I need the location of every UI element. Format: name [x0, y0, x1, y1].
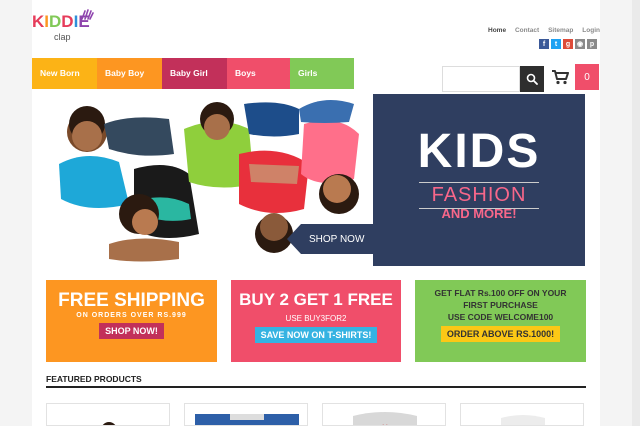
logo-letter: D — [61, 12, 74, 31]
hero-tagline: AND MORE! — [441, 206, 517, 221]
hero-title: KIDS — [417, 125, 541, 178]
hero-divider-top — [419, 182, 539, 183]
promo-title: FREE SHIPPING — [58, 290, 205, 311]
buy2get1-promo[interactable]: BUY 2 GET 1 FREE USE BUY3FOR2 SAVE NOW O… — [231, 280, 401, 362]
product-card[interactable] — [184, 403, 308, 426]
google-plus-icon[interactable]: g — [563, 39, 573, 49]
promo-code: USE BUY3FOR2 — [285, 314, 347, 323]
top-links: Home Contact Sitemap Login — [488, 27, 600, 34]
hero-banner[interactable]: KIDS FASHION AND MORE! SHOP NOW — [49, 94, 585, 266]
order-above-button[interactable]: ORDER ABOVE RS.1000! — [440, 326, 561, 342]
cart-count-badge[interactable]: 0 — [575, 64, 599, 90]
nav-item-girls[interactable]: Girls — [290, 58, 354, 89]
product-image — [102, 422, 116, 425]
category-nav: New Born Baby Boy Baby Girl Boys Girls — [32, 58, 354, 89]
contact-link[interactable]: Contact — [515, 27, 539, 34]
product-card[interactable] — [460, 403, 584, 426]
product-card[interactable] — [46, 403, 170, 426]
promo-subtitle: ON ORDERS OVER RS.999 — [76, 312, 187, 319]
promo-line: GET FLAT Rs.100 OFF ON YOUR — [434, 288, 567, 298]
social-links: f t g ◉ p — [539, 39, 597, 49]
nav-item-boys[interactable]: Boys — [227, 58, 290, 89]
hand-icon — [81, 9, 94, 20]
shop-now-button[interactable]: SHOP NOW — [287, 224, 387, 254]
nav-item-baby-boy[interactable]: Baby Boy — [97, 58, 162, 89]
twitter-icon[interactable]: t — [551, 39, 561, 49]
promo-code: USE CODE WELCOME100 — [447, 312, 554, 322]
cart-icon[interactable] — [551, 69, 569, 85]
login-link[interactable]: Login — [582, 27, 600, 34]
product-image — [501, 415, 545, 425]
hero-promo-panel: KIDS FASHION AND MORE! — [373, 94, 585, 266]
facebook-icon[interactable]: f — [539, 39, 549, 49]
hero-subtitle: FASHION — [431, 184, 527, 206]
pinterest-icon[interactable]: p — [587, 39, 597, 49]
logo-letter: K — [32, 12, 45, 31]
product-card[interactable]: · · — [322, 403, 446, 426]
search-input[interactable] — [442, 66, 520, 92]
nav-item-new-born[interactable]: New Born — [32, 58, 97, 89]
promo-line: FIRST PURCHASE — [463, 300, 538, 310]
featured-products-heading: FEATURED PRODUCTS — [46, 374, 142, 384]
shop-now-promo-button[interactable]: SHOP NOW! — [99, 323, 164, 339]
instagram-icon[interactable]: ◉ — [575, 39, 585, 49]
search-icon — [526, 73, 538, 85]
sitemap-link[interactable]: Sitemap — [548, 27, 573, 34]
search-button[interactable] — [520, 66, 544, 92]
logo-letter: D — [49, 12, 62, 31]
home-link[interactable]: Home — [488, 27, 506, 34]
logo-subtitle: clap — [54, 32, 71, 42]
featured-divider — [46, 386, 586, 388]
site-logo[interactable]: KIDDIE clap — [32, 8, 96, 44]
first-purchase-promo[interactable]: GET FLAT Rs.100 OFF ON YOUR FIRST PURCHA… — [415, 280, 586, 362]
product-image — [195, 414, 299, 425]
save-now-button[interactable]: SAVE NOW ON T-SHIRTS! — [254, 327, 378, 343]
promo-title: BUY 2 GET 1 FREE — [239, 290, 393, 309]
product-image: · · — [353, 412, 417, 426]
svg-text:· ·: · · — [382, 422, 388, 426]
nav-item-baby-girl[interactable]: Baby Girl — [162, 58, 227, 89]
scrollbar[interactable] — [632, 0, 640, 426]
free-shipping-promo[interactable]: FREE SHIPPING ON ORDERS OVER RS.999 SHOP… — [46, 280, 217, 362]
page: KIDDIE clap Home Contact Sitemap Login f… — [32, 0, 600, 426]
